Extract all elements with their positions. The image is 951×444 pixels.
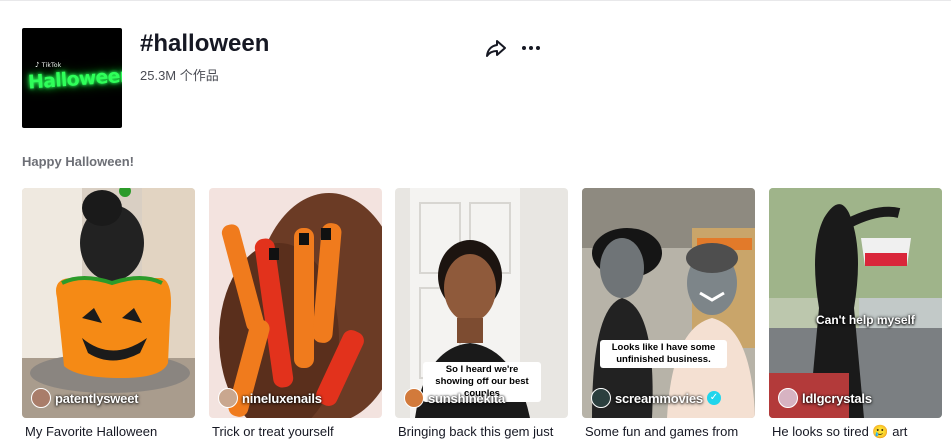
video-overlay-text: Can't help myself [816,313,915,327]
video-caption[interactable]: Trick or treat yourself [212,424,384,439]
video-author[interactable]: patentlysweet [31,387,139,409]
verified-badge-icon: ✓ [706,391,721,405]
video-author[interactable]: screammovies ✓ [591,387,721,409]
video-overlay-text: Looks like I have some unfinished busine… [600,340,727,368]
video-caption[interactable]: Some fun and games from [585,424,757,439]
video-thumbnail[interactable]: Looks like I have some unfinished busine… [582,188,755,418]
video-author[interactable]: sunshinekita [404,387,505,409]
author-name: ldlgcrystals [802,390,872,406]
video-caption[interactable]: My Favorite Halloween [25,424,197,439]
video-count: 25.3M 个作品 [140,68,219,83]
brand-label: TikTok [41,62,62,69]
page-title: #halloween [140,30,270,57]
author-name: sunshinekita [428,390,506,406]
video-card[interactable]: So I heard we're showing off our best co… [395,188,568,439]
video-thumbnail[interactable]: nineluxenails [209,188,382,418]
pumpkin-cake-image [22,188,195,418]
share-button[interactable] [484,36,508,60]
video-caption[interactable]: Bringing back this gem just [398,424,570,439]
video-caption[interactable]: He looks so tired 🥲 art [772,424,944,440]
black-catsuit-image [769,188,942,418]
video-thumbnail[interactable]: Can't help myself ldlgcrystals [769,188,942,418]
video-author[interactable]: ldlgcrystals [778,387,872,409]
video-author[interactable]: nineluxenails [218,387,322,409]
masks-store-image [582,188,755,418]
hashtag-header: ♪ TikTok Halloween #halloween 25.3M 个作品 [22,28,922,128]
more-dots-icon [522,46,540,50]
tiktok-brand-mark: ♪ TikTok [35,61,61,69]
author-name: nineluxenails [242,390,322,406]
share-arrow-icon [486,40,506,57]
video-card[interactable]: Can't help myself ldlgcrystals He looks … [769,188,942,439]
video-thumbnail[interactable]: So I heard we're showing off our best co… [395,188,568,418]
tiktok-note-icon: ♪ [35,61,40,69]
hashtag-avatar: ♪ TikTok Halloween [22,28,122,128]
author-avatar [218,388,238,408]
more-options-button[interactable] [519,36,543,60]
video-grid: patentlysweet My Favorite Halloween nine… [22,188,951,444]
video-thumbnail[interactable]: patentlysweet [22,188,195,418]
author-avatar [591,388,611,408]
hashtag-description: Happy Halloween! [22,154,134,169]
top-divider [0,0,951,1]
author-avatar [778,388,798,408]
author-name: patentlysweet [55,390,139,406]
video-card[interactable]: nineluxenails Trick or treat yourself [209,188,382,439]
halloween-nails-image [209,188,382,418]
author-avatar [404,388,424,408]
video-card[interactable]: patentlysweet My Favorite Halloween [22,188,195,439]
author-name: screammovies [615,390,703,406]
author-avatar [31,388,51,408]
video-card[interactable]: Looks like I have some unfinished busine… [582,188,755,439]
